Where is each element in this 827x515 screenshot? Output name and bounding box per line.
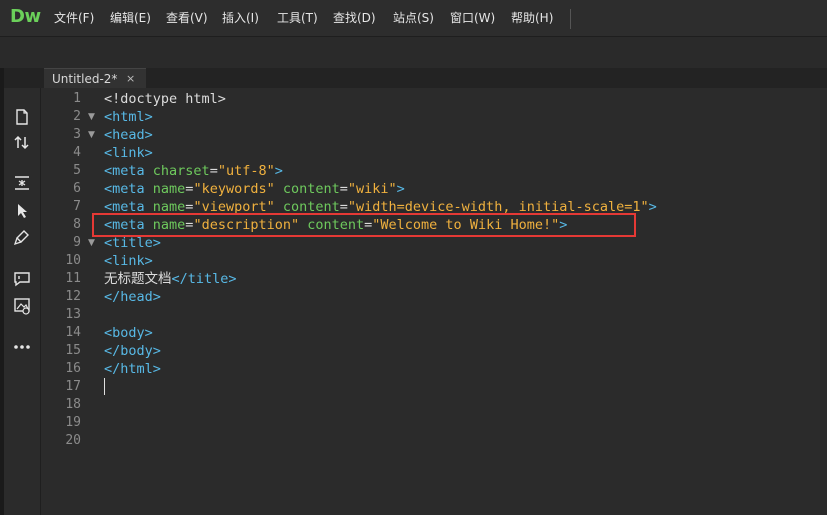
menu-file[interactable]: 文件(F) — [54, 9, 94, 26]
fold-arrow-icon[interactable]: ▼ — [88, 238, 95, 248]
line-number: 4 — [73, 145, 81, 160]
comment-icon[interactable] — [12, 269, 32, 289]
code-token: </title> — [171, 271, 237, 287]
code-token: "wiki" — [347, 181, 397, 197]
line-number: 5 — [73, 163, 81, 178]
line-number: 19 — [65, 415, 81, 430]
text-cursor — [104, 378, 105, 395]
tab-document[interactable]: Untitled-2* × — [44, 68, 146, 89]
code-token: 无标题文档 — [104, 271, 172, 287]
expand-collapse-icon[interactable] — [12, 173, 32, 193]
line-number: 1 — [73, 91, 81, 106]
code-line-2: <html> — [104, 108, 153, 126]
code-token: "keywords" — [193, 181, 275, 197]
code-line-4: <link> — [104, 144, 153, 162]
toolbar — [0, 37, 827, 69]
code-token: <title> — [104, 235, 161, 251]
line-number: 7 — [73, 199, 81, 214]
side-toolbar — [4, 88, 41, 515]
line-number: 9 — [73, 235, 81, 250]
line-number: 3 — [73, 127, 81, 142]
menu-tools[interactable]: 工具(T) — [277, 9, 318, 26]
code-token: <meta — [104, 163, 153, 179]
tab-title: Untitled-2* — [52, 72, 118, 86]
code-token: <link> — [104, 253, 153, 269]
code-token: </body> — [104, 343, 161, 359]
code-token: <!doctype html> — [104, 91, 226, 107]
code-line-16: </html> — [104, 360, 161, 378]
menu-window[interactable]: 窗口(W) — [450, 9, 495, 26]
select-pointer-icon[interactable] — [12, 201, 32, 221]
code-line-12: </head> — [104, 288, 161, 306]
menu-divider — [570, 9, 571, 29]
more-icon[interactable] — [12, 337, 32, 357]
fold-arrow-icon[interactable]: ▼ — [88, 112, 95, 122]
line-number: 20 — [65, 433, 81, 448]
code-token: <body> — [104, 325, 153, 341]
menu-site[interactable]: 站点(S) — [393, 9, 434, 26]
line-number: 16 — [65, 361, 81, 376]
code-token: content — [274, 181, 340, 197]
code-token: <head> — [104, 127, 153, 143]
new-document-icon[interactable] — [12, 107, 32, 127]
code-token: <link> — [104, 145, 153, 161]
line-number: 12 — [65, 289, 81, 304]
code-token: > — [648, 199, 657, 215]
code-line-10: <link> — [104, 252, 153, 270]
image-icon[interactable] — [12, 296, 32, 316]
code-token: > — [396, 181, 405, 197]
code-editor[interactable]: <!doctype html> <html> <head> <link> <me… — [99, 88, 827, 515]
code-line-15: </body> — [104, 342, 161, 360]
code-token: = — [209, 163, 218, 179]
line-number: 18 — [65, 397, 81, 412]
close-icon[interactable]: × — [126, 72, 135, 85]
line-number: 11 — [65, 271, 81, 286]
code-line-14: <body> — [104, 324, 153, 342]
menu-bar: Dw 文件(F) 编辑(E) 查看(V) 插入(I) 工具(T) 查找(D) 站… — [0, 0, 827, 37]
code-token: </html> — [104, 361, 161, 377]
line-number: 6 — [73, 181, 81, 196]
line-number-gutter: 1 2 ▼ 3 ▼ 4 5 6 7 8 9 ▼ 10 11 12 13 14 1… — [41, 88, 99, 515]
line-number: 13 — [65, 307, 81, 322]
menu-insert[interactable]: 插入(I) — [222, 9, 259, 26]
code-token: charset — [152, 163, 210, 179]
code-token: <html> — [104, 109, 153, 125]
format-brush-icon[interactable] — [12, 228, 32, 248]
code-line-3: <head> — [104, 126, 153, 144]
line-number: 2 — [73, 109, 81, 124]
line-number: 10 — [65, 253, 81, 268]
menu-help[interactable]: 帮助(H) — [511, 9, 553, 26]
fold-arrow-icon[interactable]: ▼ — [88, 130, 95, 140]
code-token: = — [339, 181, 348, 197]
line-number: 8 — [73, 217, 81, 232]
menu-edit[interactable]: 编辑(E) — [110, 9, 151, 26]
code-token: <meta — [104, 181, 153, 197]
code-line-1: <!doctype html> — [104, 90, 226, 108]
app-logo: Dw — [10, 6, 41, 27]
code-token: "utf-8" — [217, 163, 275, 179]
menu-find[interactable]: 查找(D) — [333, 9, 376, 26]
menu-view[interactable]: 查看(V) — [166, 9, 208, 26]
line-number: 17 — [65, 379, 81, 394]
code-token: </head> — [104, 289, 161, 305]
tab-bar: Untitled-2* × — [4, 68, 827, 89]
line-number: 15 — [65, 343, 81, 358]
code-line-6: <meta name="keywords" content="wiki"> — [104, 180, 405, 198]
code-line-5: <meta charset="utf-8"> — [104, 162, 283, 180]
code-token: name — [152, 181, 186, 197]
code-token: > — [274, 163, 283, 179]
line-number: 14 — [65, 325, 81, 340]
sort-arrows-icon[interactable] — [12, 133, 32, 153]
code-line-11: 无标题文档</title> — [104, 270, 237, 288]
highlight-box — [92, 213, 636, 237]
